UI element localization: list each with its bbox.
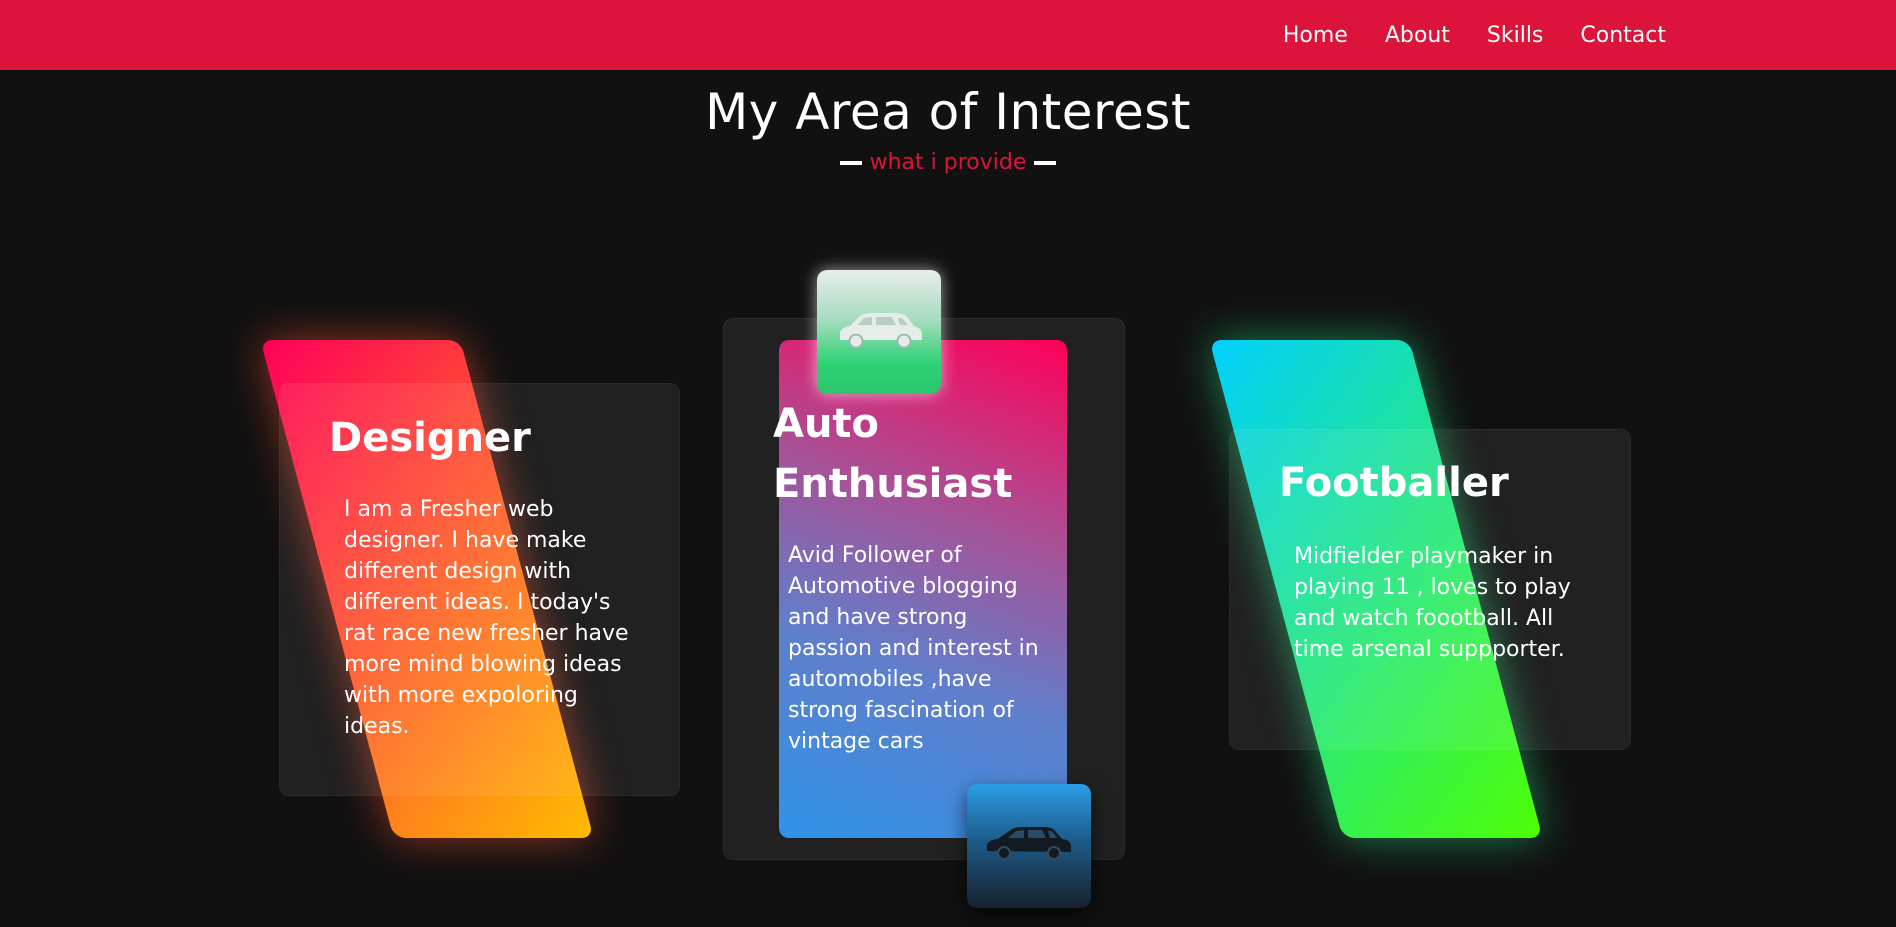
car-icon (834, 310, 924, 354)
auto-card-title: Auto Enthusiast (773, 401, 1013, 507)
auto-card-text: Avid Follower of Automotive blogging and… (788, 543, 1039, 754)
subtitle: what i provide (0, 150, 1896, 175)
car-tile-bottom (967, 784, 1091, 908)
car-icon (984, 825, 1074, 867)
subtitle-dash-right (1034, 160, 1057, 165)
nav-links: Home About Skills Contact (1283, 0, 1666, 70)
navbar: Home About Skills Contact (0, 0, 1896, 70)
page-title: My Area of Interest (705, 83, 1191, 141)
car-tile-top (817, 270, 941, 394)
nav-skills[interactable]: Skills (1487, 23, 1544, 48)
footballer-card-title: Footballer (1279, 460, 1509, 506)
designer-card-title: Designer (329, 415, 531, 461)
section-heading: My Area of Interest what i provide (0, 80, 1896, 175)
footballer-card-text: Midfielder playmaker in playing 11 , lov… (1294, 544, 1571, 662)
designer-card-text: I am a Fresher web designer. I have make… (344, 497, 629, 739)
nav-about[interactable]: About (1385, 23, 1450, 48)
nav-home[interactable]: Home (1283, 23, 1348, 48)
nav-contact[interactable]: Contact (1580, 23, 1666, 48)
subtitle-text: what i provide (869, 150, 1027, 175)
subtitle-dash-left (839, 160, 862, 165)
